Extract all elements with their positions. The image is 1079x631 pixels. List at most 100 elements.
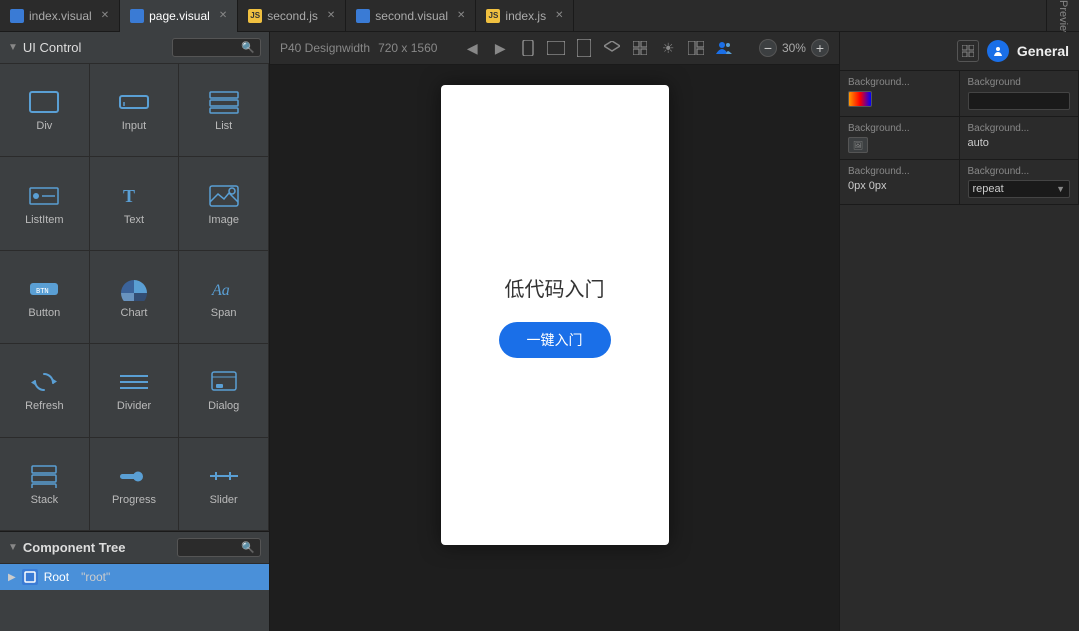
- ui-control-search[interactable]: 🔍: [172, 38, 261, 57]
- button-label: Button: [28, 307, 60, 319]
- canvas-info: P40 Designwidth 720 x 1560: [280, 41, 437, 55]
- list-icon: [206, 88, 242, 116]
- svg-text:BTN: BTN: [36, 287, 49, 295]
- zoom-control: − 30% +: [759, 39, 829, 57]
- previewer-tab[interactable]: Previewer: [1046, 0, 1079, 32]
- span-label: Span: [211, 307, 237, 319]
- tab-index-js[interactable]: JS index.js ✕: [476, 0, 574, 32]
- redo-button[interactable]: ▶: [489, 37, 511, 59]
- tab-page-visual[interactable]: page.visual ✕: [120, 0, 238, 32]
- svg-text:T: T: [123, 186, 135, 206]
- component-dialog[interactable]: Dialog: [179, 344, 269, 437]
- general-icon: [987, 40, 1009, 62]
- chart-label: Chart: [121, 307, 148, 319]
- tree-root-item[interactable]: ▶ Root "root": [0, 564, 269, 590]
- component-text[interactable]: T Text: [90, 157, 180, 250]
- visual-icon-2: [130, 9, 144, 23]
- phone-button[interactable]: 一键入门: [499, 322, 611, 358]
- tab-close-2[interactable]: ✕: [219, 10, 227, 21]
- layout-icon[interactable]: [685, 37, 707, 59]
- component-slider[interactable]: Slider: [179, 438, 269, 531]
- tab-second-visual[interactable]: second.visual ✕: [346, 0, 476, 32]
- undo-button[interactable]: ◀: [461, 37, 483, 59]
- tree-root-name: "root": [81, 570, 110, 584]
- tree-search-input[interactable]: [183, 542, 238, 554]
- component-listitem[interactable]: ListItem: [0, 157, 90, 250]
- tree-item-icon: [22, 569, 38, 585]
- canvas-area[interactable]: 低代码入门 一键入门: [270, 65, 839, 631]
- tab-second-js[interactable]: JS second.js ✕: [238, 0, 346, 32]
- tab-close-4[interactable]: ✕: [457, 10, 465, 21]
- dialog-icon: [206, 368, 242, 396]
- center-panel: P40 Designwidth 720 x 1560 ◀ ▶: [270, 32, 839, 631]
- search-icon: 🔍: [241, 41, 255, 54]
- people-icon[interactable]: [713, 37, 735, 59]
- tab-close-5[interactable]: ✕: [555, 10, 563, 21]
- attr-value-auto: auto: [968, 137, 1071, 149]
- component-progress[interactable]: Progress: [90, 438, 180, 531]
- progress-icon: [116, 462, 152, 490]
- tab-label-3: second.js: [267, 9, 318, 23]
- tablet-landscape-icon[interactable]: [573, 37, 595, 59]
- zoom-in-button[interactable]: +: [811, 39, 829, 57]
- canvas-dimensions: 720 x 1560: [378, 41, 437, 55]
- tab-close[interactable]: ✕: [101, 10, 109, 21]
- tab-label-2: page.visual: [149, 9, 210, 23]
- div-icon: [26, 88, 62, 116]
- component-stack[interactable]: Stack: [0, 438, 90, 531]
- component-chart[interactable]: Chart: [90, 251, 180, 344]
- component-list[interactable]: List: [179, 64, 269, 157]
- component-divider[interactable]: Divider: [90, 344, 180, 437]
- canvas-toolbar: P40 Designwidth 720 x 1560 ◀ ▶: [270, 32, 839, 65]
- tab-label-5: index.js: [505, 9, 546, 23]
- zoom-out-button[interactable]: −: [759, 39, 777, 57]
- search-input[interactable]: [178, 42, 238, 54]
- ui-control-title[interactable]: ▼ UI Control: [8, 40, 81, 55]
- sun-icon[interactable]: ☀: [657, 37, 679, 59]
- grid-view-icon[interactable]: [629, 37, 651, 59]
- attr-label-5: Background...: [848, 166, 951, 177]
- panel-title-label: UI Control: [23, 40, 82, 55]
- image-placeholder[interactable]: 🖼: [848, 137, 868, 153]
- listitem-label: ListItem: [25, 214, 64, 226]
- attr-value-pos: 0px 0px: [848, 180, 951, 192]
- repeat-select[interactable]: repeat ▼: [968, 180, 1071, 198]
- grid-icon-button[interactable]: [957, 40, 979, 62]
- tree-title-group: ▼ Component Tree: [8, 540, 125, 555]
- attr-background-repeat: Background... repeat ▼: [960, 160, 1079, 205]
- input-label: Input: [122, 120, 146, 132]
- zoom-level: 30%: [782, 41, 806, 55]
- tab-index-visual[interactable]: index.visual ✕: [0, 0, 120, 32]
- tree-header: ▼ Component Tree 🔍: [0, 532, 269, 564]
- attr-background-position: Background... 0px 0px: [840, 160, 960, 205]
- input-icon: [116, 88, 152, 116]
- component-div[interactable]: Div: [0, 64, 90, 157]
- component-image[interactable]: Image: [179, 157, 269, 250]
- attr-grid: Background... Background Background... 🖼…: [840, 71, 1079, 205]
- component-input[interactable]: Input: [90, 64, 180, 157]
- color-swatch[interactable]: [848, 91, 872, 107]
- phone-frame: 低代码入门 一键入门: [441, 85, 669, 545]
- select-arrow: ▼: [1056, 184, 1065, 194]
- tab-close-3[interactable]: ✕: [327, 10, 335, 21]
- attr-input-1[interactable]: [968, 92, 1071, 110]
- phone-icon[interactable]: [517, 37, 539, 59]
- component-refresh[interactable]: Refresh: [0, 344, 90, 437]
- layers-icon[interactable]: [601, 37, 623, 59]
- component-tree: ▼ Component Tree 🔍 ▶ Root "root": [0, 531, 269, 631]
- attr-background-color: Background...: [840, 71, 960, 117]
- left-panel: ▼ UI Control 🔍 Div: [0, 32, 270, 631]
- tree-search[interactable]: 🔍: [177, 538, 261, 557]
- js-icon: JS: [248, 9, 262, 23]
- component-span[interactable]: Aa Span: [179, 251, 269, 344]
- color-swatch-row: [848, 91, 951, 107]
- span-icon: Aa: [206, 275, 242, 303]
- visual-icon-3: [356, 9, 370, 23]
- phone-text: 低代码入门: [505, 273, 605, 302]
- refresh-icon: [26, 368, 62, 396]
- tab-label: index.visual: [29, 9, 92, 23]
- tablet-icon[interactable]: [545, 37, 567, 59]
- component-button[interactable]: BTN Button: [0, 251, 90, 344]
- progress-label: Progress: [112, 494, 156, 506]
- toolbar-icons: ◀ ▶ ☀: [461, 37, 735, 59]
